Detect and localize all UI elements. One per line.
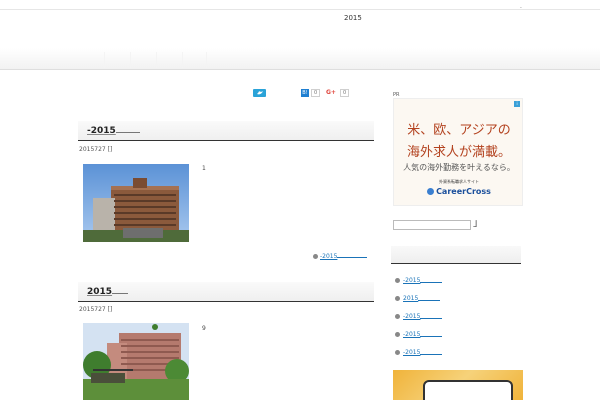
post-thumbnail[interactable] xyxy=(83,323,189,400)
bullet-icon xyxy=(395,349,400,355)
bullet-icon xyxy=(395,277,400,283)
top-mark: . xyxy=(520,3,522,10)
sidebar-item[interactable]: 2015 xyxy=(395,289,521,307)
post-excerpt: 1 xyxy=(202,165,206,172)
post-date: 2015727 [] xyxy=(79,306,113,313)
sidebar-item-label[interactable]: -2015 xyxy=(403,277,420,284)
top-bar xyxy=(0,0,600,10)
sidebar-item[interactable]: -2015 xyxy=(395,325,521,343)
hotel-building-image xyxy=(83,164,189,242)
twitter-icon xyxy=(256,91,263,95)
google-plus-button[interactable]: G+ xyxy=(326,89,336,97)
bullet-icon xyxy=(395,295,400,301)
ad-info-icon[interactable]: i xyxy=(514,101,520,107)
post-title[interactable]: -2015 xyxy=(87,126,140,136)
post-thumbnail[interactable] xyxy=(83,164,189,242)
sidebar-item[interactable]: -2015 xyxy=(395,343,521,361)
sidebar-item-label[interactable]: 2015 xyxy=(403,295,418,302)
ad-headline-2: 海外求人が満載。 xyxy=(406,145,511,160)
bullet-icon xyxy=(313,254,318,259)
ad-subline: 人気の海外勤務を叶えるなら。 xyxy=(403,163,515,172)
site-title[interactable]: 2015 xyxy=(344,14,362,22)
sidebar-widget-header xyxy=(391,246,521,264)
post-header: 2015 xyxy=(78,282,374,302)
nav-item-4[interactable] xyxy=(182,52,183,68)
read-more-text[interactable]: -2015 xyxy=(320,253,337,260)
global-nav xyxy=(0,48,600,70)
twitter-share-button[interactable] xyxy=(253,89,266,97)
nav-item-2[interactable] xyxy=(130,52,131,68)
nav-item-5[interactable] xyxy=(206,52,207,68)
ad-caption: 外資系転職求人サイト xyxy=(439,179,479,184)
logo-text: CareerCross xyxy=(436,187,491,196)
logo-icon xyxy=(427,188,435,195)
post-title[interactable]: 2015 xyxy=(87,287,129,297)
hatena-count: 0 xyxy=(311,89,321,97)
read-more-link[interactable]: -2015 xyxy=(313,252,368,260)
careercross-logo: CareerCross xyxy=(394,187,524,196)
post-excerpt: 9 xyxy=(202,325,206,332)
post-title-text[interactable]: -2015 xyxy=(87,126,116,136)
sidebar-item[interactable]: -2015 xyxy=(395,307,521,325)
sidebar-item-label[interactable]: -2015 xyxy=(403,349,420,356)
sidebar-item-label[interactable]: -2015 xyxy=(403,331,420,338)
nav-item-1[interactable] xyxy=(104,52,105,68)
campus-building-image xyxy=(83,323,189,400)
search-button[interactable]: 」 xyxy=(473,219,483,231)
search-input[interactable] xyxy=(393,220,471,230)
post-header: -2015 xyxy=(78,121,374,141)
post-date: 2015727 [] xyxy=(79,146,113,153)
careercross-ad-banner[interactable]: i 米、欧、アジアの 海外求人が満載。 人気の海外勤務を叶えるなら。 外資系転職… xyxy=(393,98,523,206)
promo-banner[interactable] xyxy=(393,370,523,400)
google-plus-count: 0 xyxy=(340,89,350,97)
promo-burst-shape xyxy=(423,380,513,400)
nav-item-3[interactable] xyxy=(156,52,157,68)
sidebar-item-label[interactable]: -2015 xyxy=(403,313,420,320)
post-title-text[interactable]: 2015 xyxy=(87,287,112,297)
recent-posts-list: -2015 2015 -2015 -2015 -2015 xyxy=(395,271,521,361)
hatena-bookmark-button[interactable]: B! xyxy=(301,89,309,97)
sidebar-item[interactable]: -2015 xyxy=(395,271,521,289)
bullet-icon xyxy=(395,313,400,319)
bullet-icon xyxy=(395,331,400,337)
ad-headline-1: 米、欧、アジアの xyxy=(407,123,511,138)
